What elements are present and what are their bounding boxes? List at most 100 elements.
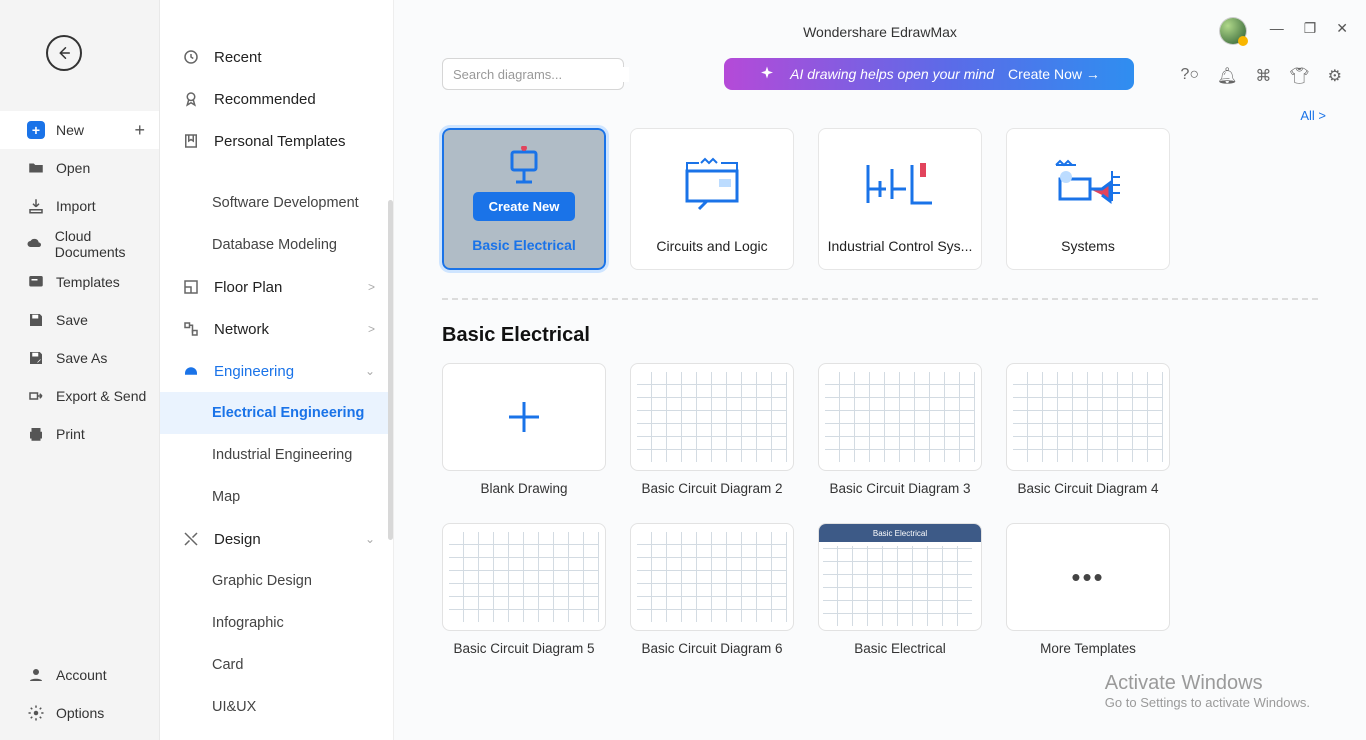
hardhat-icon — [180, 362, 202, 380]
tpl-blank[interactable]: Blank Drawing — [442, 363, 606, 505]
nav-label: Account — [56, 667, 107, 683]
header-icons: ?○ 🔔︎ ⌘ 👕︎ ⚙ — [1180, 66, 1342, 86]
ai-banner-text: AI drawing helps open your mind — [790, 66, 994, 82]
nav-item-account[interactable]: Account — [0, 656, 159, 694]
type-label: Systems — [1007, 223, 1169, 269]
shirt-icon[interactable]: 👕︎ — [1289, 66, 1309, 86]
cat-floorplan[interactable]: Floor Plan > — [160, 266, 393, 308]
network-icon — [180, 320, 202, 338]
tpl-circuit-6[interactable]: Basic Circuit Diagram 6 — [630, 523, 794, 665]
create-new-button[interactable]: Create New — [473, 192, 576, 221]
sub-electrical[interactable]: Electrical Engineering — [160, 392, 393, 434]
cloud-icon — [26, 234, 45, 254]
nav-label: Options — [56, 705, 104, 721]
sub-database[interactable]: Database Modeling — [160, 224, 393, 266]
type-card-basic-electrical[interactable]: Create New Basic Electrical — [442, 128, 606, 270]
nav-item-new[interactable]: + New + — [0, 111, 159, 149]
ribbon-icon — [180, 90, 202, 108]
export-icon — [26, 386, 46, 406]
circuit-thumb — [637, 532, 786, 622]
chevron-down-icon: ⌄ — [365, 532, 375, 546]
tpl-circuit-3[interactable]: Basic Circuit Diagram 3 — [818, 363, 982, 505]
help-icon[interactable]: ?○ — [1180, 66, 1199, 86]
gear-icon[interactable]: ⚙ — [1328, 66, 1342, 86]
dots-icon: ••• — [1071, 562, 1104, 593]
section-title: Basic Electrical — [442, 324, 1366, 347]
nav-item-options[interactable]: Options — [0, 694, 159, 732]
electrical-icon — [496, 146, 552, 186]
cat-label: Engineering — [214, 363, 294, 380]
bookmark-icon — [180, 132, 202, 150]
nav-item-templates[interactable]: Templates — [0, 263, 159, 301]
sub-software-dev[interactable]: Software Development — [160, 182, 393, 224]
user-icon — [26, 665, 46, 685]
ai-banner[interactable]: AI drawing helps open your mind Create N… — [724, 58, 1134, 90]
tpl-more[interactable]: ••• More Templates — [1006, 523, 1170, 665]
cat-label: Recent — [214, 49, 262, 66]
nav-label: New — [56, 122, 84, 138]
design-icon — [180, 530, 202, 548]
cat-recommended[interactable]: Recommended — [160, 78, 393, 120]
cat-engineering[interactable]: Engineering ⌄ — [160, 350, 393, 392]
print-icon — [26, 424, 46, 444]
avatar[interactable] — [1220, 18, 1246, 44]
search-box[interactable] — [442, 58, 624, 90]
type-card-industrial[interactable]: Industrial Control Sys... — [818, 128, 982, 270]
minimize-button[interactable]: — — [1270, 20, 1284, 37]
nav-item-import[interactable]: Import — [0, 187, 159, 225]
bell-icon[interactable]: 🔔︎ — [1217, 66, 1237, 86]
maximize-button[interactable]: ❐ — [1304, 20, 1317, 37]
search-input[interactable] — [453, 67, 629, 82]
nav-item-open[interactable]: Open — [0, 149, 159, 187]
sub-map[interactable]: Map — [160, 476, 393, 518]
sub-card[interactable]: Card — [160, 644, 393, 686]
tpl-circuit-2[interactable]: Basic Circuit Diagram 2 — [630, 363, 794, 505]
nav-item-cloud[interactable]: Cloud Documents — [0, 225, 159, 263]
nav-item-export[interactable]: Export & Send — [0, 377, 159, 415]
sub-industrial[interactable]: Industrial Engineering — [160, 434, 393, 476]
sparkle-icon — [758, 65, 776, 83]
floorplan-icon — [180, 278, 202, 296]
category-sidebar: Recent Recommended Personal Templates So… — [160, 0, 394, 740]
circuit-thumb — [825, 372, 974, 462]
chevron-down-icon: ⌄ — [365, 364, 375, 378]
apps-icon[interactable]: ⌘ — [1255, 66, 1271, 86]
nav-label: Save As — [56, 350, 107, 366]
ai-banner-cta: Create Now → — [1008, 66, 1100, 82]
all-link[interactable]: All > — [1300, 108, 1326, 123]
nav-label: Export & Send — [56, 388, 146, 404]
circuits-icon — [677, 157, 747, 211]
chevron-right-icon: > — [368, 280, 375, 294]
divider — [442, 298, 1318, 300]
clock-icon — [180, 48, 202, 66]
primary-sidebar: + New + Open Import Cloud Documents — [0, 0, 160, 740]
tpl-circuit-5[interactable]: Basic Circuit Diagram 5 — [442, 523, 606, 665]
tpl-basic-electrical[interactable]: Basic Electrical Basic Electrical — [818, 523, 982, 665]
type-card-circuits[interactable]: Circuits and Logic — [630, 128, 794, 270]
cat-label: Network — [214, 321, 269, 338]
nav-item-print[interactable]: Print — [0, 415, 159, 453]
cat-network[interactable]: Network > — [160, 308, 393, 350]
cat-personal[interactable]: Personal Templates — [160, 120, 393, 162]
plus-icon[interactable]: + — [134, 120, 145, 141]
scrollbar[interactable] — [388, 200, 393, 540]
tpl-circuit-4[interactable]: Basic Circuit Diagram 4 — [1006, 363, 1170, 505]
back-button[interactable] — [46, 35, 82, 71]
chevron-right-icon: > — [368, 322, 375, 336]
circuit-thumb: Basic Electrical — [819, 524, 981, 630]
industrial-icon — [862, 159, 938, 209]
cat-recent[interactable]: Recent — [160, 36, 393, 78]
nav-label: Print — [56, 426, 85, 442]
sub-graphic[interactable]: Graphic Design — [160, 560, 393, 602]
cat-label: Floor Plan — [214, 279, 282, 296]
type-label: Industrial Control Sys... — [819, 223, 981, 269]
nav-label: Open — [56, 160, 90, 176]
type-card-systems[interactable]: Systems — [1006, 128, 1170, 270]
nav-label: Cloud Documents — [55, 228, 159, 260]
sub-infographic[interactable]: Infographic — [160, 602, 393, 644]
nav-item-save[interactable]: Save — [0, 301, 159, 339]
sub-uiux[interactable]: UI&UX — [160, 686, 393, 728]
nav-item-saveas[interactable]: Save As — [0, 339, 159, 377]
cat-design[interactable]: Design ⌄ — [160, 518, 393, 560]
close-button[interactable]: ✕ — [1336, 20, 1348, 37]
